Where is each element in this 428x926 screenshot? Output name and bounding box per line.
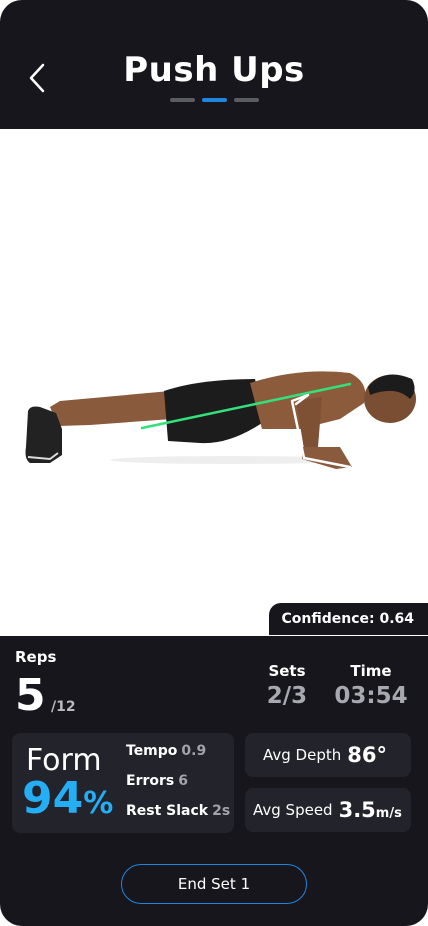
page-dot[interactable]: [234, 98, 259, 102]
stats-panel: Reps 5 /12 Sets 2/3 Time 03:54 Form 94% …: [0, 636, 428, 926]
end-set-button[interactable]: End Set 1: [121, 864, 307, 904]
errors-label: Errors: [126, 773, 175, 789]
sets-label: Sets: [268, 662, 306, 680]
avg-speed-unit: m/s: [375, 806, 402, 821]
confidence-badge: Confidence: 0.64: [269, 603, 428, 635]
reps-target: /12: [51, 699, 76, 715]
tempo-value: 0.9: [181, 743, 207, 759]
push-up-athlete-image: [25, 371, 416, 469]
rest-slack-label: Rest Slack: [126, 803, 209, 819]
sets-stat: Sets 2/3: [262, 662, 312, 709]
form-card: Form 94% Tempo 0.9 Errors 6 Rest Slack 2s: [12, 733, 234, 833]
form-score: 94%: [22, 773, 113, 824]
avg-speed-card: Avg Speed 3.5m/s: [245, 788, 411, 832]
time-label: Time: [350, 662, 392, 680]
page-indicator: [170, 98, 259, 102]
reps-label: Reps: [15, 648, 57, 666]
form-score-value: 94: [22, 773, 84, 824]
tempo-metric: Tempo 0.9: [126, 743, 206, 759]
rest-slack-metric: Rest Slack 2s: [126, 803, 230, 819]
header: Push Ups: [0, 0, 428, 128]
avg-speed-value: 3.5m/s: [339, 798, 402, 822]
time-value: 03:54: [334, 683, 408, 709]
form-score-unit: %: [83, 786, 114, 821]
avg-depth-label: Avg Depth: [263, 746, 342, 764]
workout-screen: Push Ups Confidence: 0.64 Reps 5 /12 Set…: [0, 0, 428, 926]
avg-depth-value: 86°: [347, 743, 387, 767]
sets-value: 2/3: [266, 683, 308, 709]
camera-view: [0, 129, 428, 636]
errors-metric: Errors 6: [126, 773, 188, 789]
reps-count: 5: [15, 670, 46, 721]
tempo-label: Tempo: [126, 743, 178, 759]
rest-slack-value: 2s: [212, 803, 231, 819]
avg-depth-card: Avg Depth 86°: [245, 733, 411, 777]
page-title: Push Ups: [123, 50, 305, 90]
errors-value: 6: [178, 773, 188, 789]
time-stat: Time 03:54: [334, 662, 408, 709]
avg-speed-number: 3.5: [338, 798, 376, 822]
page-dot[interactable]: [170, 98, 195, 102]
page-dot-active[interactable]: [202, 98, 227, 102]
avg-speed-label: Avg Speed: [253, 801, 333, 819]
